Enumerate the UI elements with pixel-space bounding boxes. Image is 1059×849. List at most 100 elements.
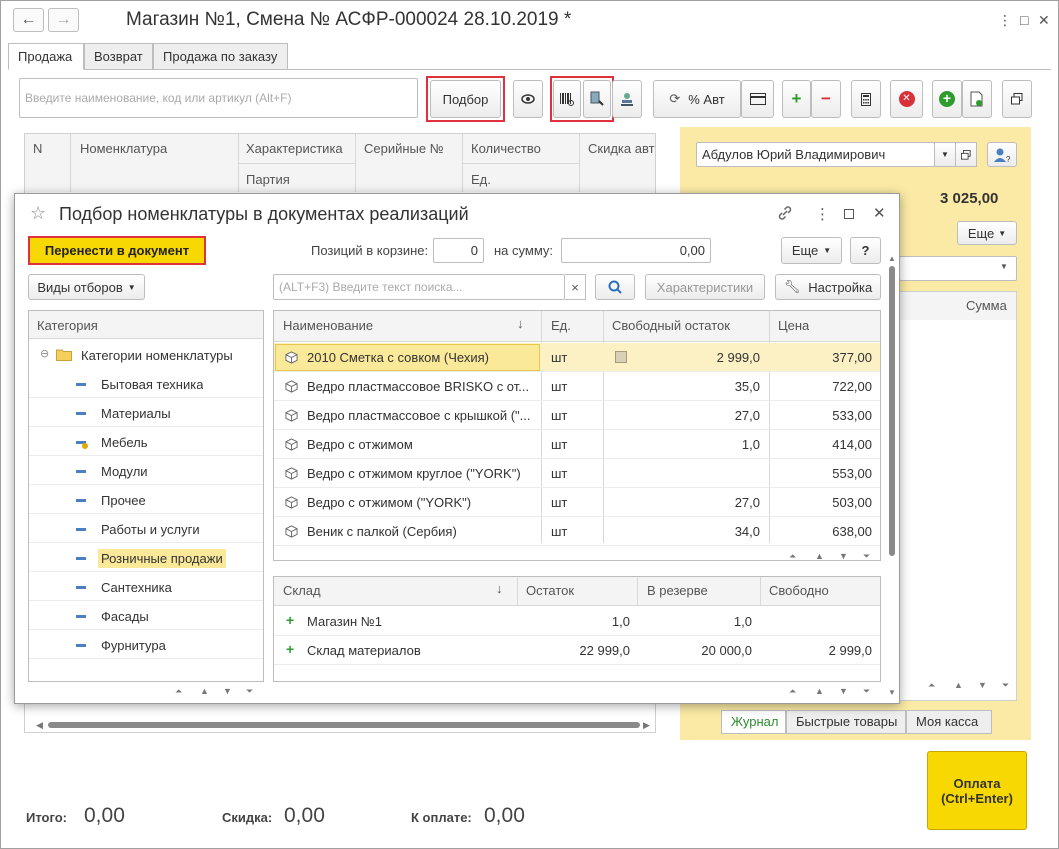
scroll-down-icon[interactable]: ▼ <box>839 686 848 696</box>
tab-sale-by-order[interactable]: Продажа по заказу <box>153 43 288 70</box>
col-nomenclature: Номенклатура <box>80 141 168 156</box>
tab-journal[interactable]: Журнал <box>721 710 786 734</box>
wh-col-name[interactable]: Склад <box>283 583 321 598</box>
scroll-up-icon[interactable]: ▲ <box>815 551 824 561</box>
wh-col-stock[interactable]: Остаток <box>526 583 574 598</box>
remove-row-button[interactable]: − <box>811 80 841 118</box>
new-document-button[interactable] <box>962 80 992 118</box>
scroll-right-icon[interactable]: ▶ <box>643 720 650 731</box>
scroll-down-icon[interactable]: ▼ <box>978 680 987 690</box>
scroll-down-icon[interactable]: ▼ <box>223 686 232 696</box>
wh-col-free[interactable]: Свободно <box>769 583 829 598</box>
tab-quick-goods[interactable]: Быстрые товары <box>786 710 906 734</box>
vertical-scrollbar[interactable] <box>889 266 895 556</box>
scroll-bottom-icon[interactable]: ⏷ <box>863 551 870 562</box>
podbor-button[interactable]: Подбор <box>430 80 501 118</box>
dialog-maximize-icon[interactable] <box>844 209 854 219</box>
category-item-label: Прочее <box>101 493 146 508</box>
barcode-button[interactable] <box>553 80 581 118</box>
sum-column-header: Сумма <box>966 298 1007 313</box>
scroll-up-icon[interactable]: ▲ <box>815 686 824 696</box>
card-button[interactable] <box>741 80 774 118</box>
product-price: 638,00 <box>832 524 872 539</box>
characteristics-button[interactable]: Характеристики <box>645 274 765 300</box>
receipt-total: 3 025,00 <box>940 190 999 207</box>
back-button[interactable]: ← <box>13 8 44 32</box>
stamp-button[interactable] <box>612 80 642 118</box>
pay-button[interactable]: Оплата (Ctrl+Enter) <box>927 751 1027 830</box>
horizontal-scrollbar[interactable] <box>48 722 640 728</box>
cashier-dropdown[interactable]: ▼ <box>934 142 956 167</box>
calculator-button[interactable] <box>851 80 881 118</box>
scroll-bottom-icon[interactable]: ⏷ <box>863 686 870 697</box>
product-col-unit[interactable]: Ед. <box>551 318 571 333</box>
product-col-name[interactable]: Наименование <box>283 318 373 333</box>
product-unit: шт <box>551 495 568 510</box>
filter-kinds-button[interactable]: Виды отборов ▼ <box>28 274 145 300</box>
positions-label: Позиций в корзине: <box>311 243 429 258</box>
tab-sale[interactable]: Продажа <box>8 43 84 70</box>
close-icon[interactable]: ✕ <box>1038 12 1050 29</box>
dialog-close-icon[interactable]: ✕ <box>873 204 886 222</box>
star-icon[interactable]: ☆ <box>30 203 46 224</box>
scroll-top-icon[interactable]: ⏶ <box>928 680 935 691</box>
add-green-button[interactable]: + <box>932 80 962 118</box>
scroll-bottom-icon[interactable]: ⏷ <box>1002 680 1009 691</box>
product-name: 2010 Сметка с совком (Чехия) <box>307 350 489 365</box>
link-icon[interactable] <box>777 205 793 224</box>
help-button[interactable]: ? <box>850 237 881 264</box>
category-item[interactable] <box>29 485 263 514</box>
scroll-top-icon[interactable]: ⏶ <box>175 686 182 697</box>
positions-field[interactable]: 0 <box>433 238 484 263</box>
dialog-more-button[interactable]: Еще ▼ <box>781 237 842 264</box>
basket-sum-field[interactable]: 0,00 <box>561 238 711 263</box>
search-input[interactable]: Введите наименование, код или артикул (A… <box>19 78 418 118</box>
dialog-more-icon[interactable]: ⋮ <box>815 205 830 223</box>
scroll-up-icon[interactable]: ▲ <box>200 686 209 696</box>
scroll-down-icon[interactable]: ▼ <box>888 688 896 697</box>
col-characteristic: Характеристика <box>246 141 343 156</box>
scroll-down-icon[interactable]: ▼ <box>839 551 848 561</box>
open-window-button[interactable] <box>1002 80 1032 118</box>
cashier-field[interactable]: Абдулов Юрий Владимирович <box>696 142 935 167</box>
tab-return[interactable]: Возврат <box>84 43 153 70</box>
scroll-up-icon[interactable]: ▲ <box>888 254 896 263</box>
grid-divider <box>238 163 355 164</box>
clear-search-icon[interactable]: × <box>565 274 586 300</box>
wh-col-reserve[interactable]: В резерве <box>647 583 708 598</box>
scroll-top-icon[interactable]: ⏶ <box>789 551 796 562</box>
search-button[interactable] <box>595 274 635 300</box>
forward-button[interactable]: → <box>48 8 79 32</box>
tab-my-register[interactable]: Моя касса <box>906 710 992 734</box>
product-box-icon <box>285 438 298 451</box>
category-root[interactable]: Категории номенклатуры <box>81 348 233 363</box>
scroll-bottom-icon[interactable]: ⏷ <box>246 686 253 697</box>
dialog-search-input[interactable]: (ALT+F3) Введите текст поиска... <box>273 274 565 300</box>
right-more-button[interactable]: Еще ▼ <box>957 221 1017 245</box>
stock-info-icon[interactable] <box>615 351 627 363</box>
warehouse-stock: 1,0 <box>611 614 630 629</box>
cashier-open-button[interactable] <box>955 142 977 167</box>
collapse-icon[interactable]: ⊖ <box>40 347 49 360</box>
settings-button[interactable]: 🔧︎ Настройка <box>775 274 881 300</box>
product-box-icon <box>285 351 298 364</box>
product-col-price[interactable]: Цена <box>778 318 809 333</box>
scanner-button[interactable] <box>583 80 611 118</box>
add-circle-icon: + <box>939 91 955 107</box>
product-name: Веник с палкой (Сербия) <box>307 524 457 539</box>
product-free: 34,0 <box>734 524 760 539</box>
more-icon[interactable]: ⋮ <box>998 12 1012 29</box>
eye-button[interactable] <box>513 80 543 118</box>
user-help-button[interactable]: ? <box>987 142 1017 167</box>
transfer-to-document-button[interactable]: Перенести в документ <box>28 236 206 265</box>
expand-plus-icon[interactable]: + <box>286 641 294 657</box>
scroll-up-icon[interactable]: ▲ <box>954 680 963 690</box>
scroll-top-icon[interactable]: ⏶ <box>789 686 796 697</box>
add-row-button[interactable]: + <box>782 80 811 118</box>
maximize-icon[interactable]: □ <box>1020 12 1028 28</box>
product-col-free[interactable]: Свободный остаток <box>612 318 730 333</box>
expand-plus-icon[interactable]: + <box>286 612 294 628</box>
delete-button[interactable]: ✕ <box>890 80 923 118</box>
scroll-left-icon[interactable]: ◀ <box>36 720 43 731</box>
auto-discount-button[interactable]: ⟳ % Авт <box>653 80 741 118</box>
